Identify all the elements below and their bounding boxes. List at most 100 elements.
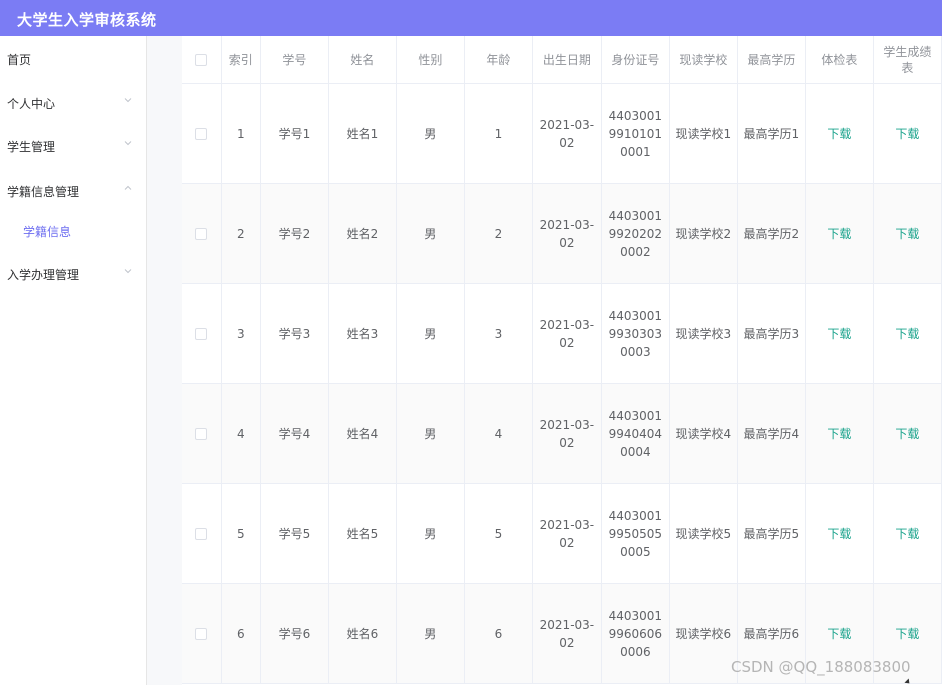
table-cell-school: 现读学校1 [669, 83, 738, 184]
table-cell-school: 现读学校4 [669, 383, 738, 484]
table-cell-age: 6 [464, 583, 533, 684]
sidebar-item-label: 入学办理管理 [7, 268, 80, 282]
checkbox-icon[interactable] [195, 428, 208, 440]
sidebar-item-label: 学籍信息管理 [7, 185, 80, 199]
sidebar-item-student-management[interactable]: 学生管理 [0, 127, 146, 163]
table-cell-name: 姓名2 [328, 183, 397, 284]
select-all-checkbox-cell[interactable] [182, 36, 222, 84]
row-checkbox-cell[interactable] [182, 183, 222, 284]
checkbox-icon[interactable] [195, 628, 208, 640]
table-cell-name: 姓名6 [328, 583, 397, 684]
chevron-up-icon [124, 184, 132, 192]
sidebar-item-label: 首页 [7, 53, 32, 67]
table-cell-index: 5 [221, 483, 261, 584]
table-cell-id-number: 440300199202020002 [601, 183, 670, 284]
sidebar-item-enrollment-info[interactable]: 学籍信息 [0, 212, 146, 248]
table-header-row: 索引 学号 姓名 性别 年龄 出生日期 身份证号 现读学校 最高学历 体检表 学… [182, 36, 942, 84]
download-exam-link[interactable]: 下载 [805, 283, 874, 384]
checkbox-icon[interactable] [195, 128, 208, 140]
table-cell-birth: 2021-03-02 [532, 83, 602, 184]
row-checkbox-cell[interactable] [182, 283, 222, 384]
table-cell-name: 姓名5 [328, 483, 397, 584]
table-cell-id-number: 440300199606060006 [601, 583, 670, 684]
sidebar-item-label: 个人中心 [7, 97, 56, 111]
column-header: 索引 [221, 36, 261, 84]
table-cell-gender: 男 [396, 483, 465, 584]
table-cell-gender: 男 [396, 83, 465, 184]
table-cell-gender: 男 [396, 583, 465, 684]
table-cell-age: 3 [464, 283, 533, 384]
table-cell-age: 5 [464, 483, 533, 584]
row-checkbox-cell[interactable] [182, 383, 222, 484]
table-cell-school: 现读学校2 [669, 183, 738, 284]
row-checkbox-cell[interactable] [182, 83, 222, 184]
table-cell-age: 1 [464, 83, 533, 184]
column-header: 性别 [396, 36, 465, 84]
table-cell-school: 现读学校5 [669, 483, 738, 584]
table-cell-student-id: 学号2 [260, 183, 329, 284]
top-header-bar: 大学生入学审核系统 [0, 0, 942, 36]
table-cell-index: 1 [221, 83, 261, 184]
table-cell-gender: 男 [396, 183, 465, 284]
sidebar-item-label: 学生管理 [7, 140, 56, 154]
download-exam-link[interactable]: 下载 [805, 183, 874, 284]
row-checkbox-cell[interactable] [182, 583, 222, 684]
table-cell-name: 姓名3 [328, 283, 397, 384]
sidebar-menu: 首页 个人中心 学生管理 学籍信息管理 学籍信息 入学办理管理 [0, 36, 147, 685]
table-cell-index: 3 [221, 283, 261, 384]
table-cell-index: 6 [221, 583, 261, 684]
student-table: 索引 学号 姓名 性别 年龄 出生日期 身份证号 现读学校 最高学历 体检表 学… [182, 36, 942, 684]
table-cell-student-id: 学号3 [260, 283, 329, 384]
column-header: 学号 [260, 36, 329, 84]
watermark-text: CSDN @QQ_188083800 [731, 658, 911, 676]
student-table-container: 索引 学号 姓名 性别 年龄 出生日期 身份证号 现读学校 最高学历 体检表 学… [182, 36, 942, 685]
column-header: 年龄 [464, 36, 533, 84]
table-cell-id-number: 440300199404040004 [601, 383, 670, 484]
row-checkbox-cell[interactable] [182, 483, 222, 584]
table-cell-school: 现读学校3 [669, 283, 738, 384]
table-row: 5 学号5 姓名5 男 5 2021-03-02 440300199505050005 现读学… [182, 483, 942, 584]
download-grades-link[interactable]: 下载 [873, 383, 942, 484]
table-cell-gender: 男 [396, 283, 465, 384]
table-cell-index: 4 [221, 383, 261, 484]
content-gutter [147, 36, 182, 685]
table-cell-name: 姓名4 [328, 383, 397, 484]
column-header: 学生成绩表 [873, 36, 942, 84]
table-cell-birth: 2021-03-02 [532, 583, 602, 684]
column-header: 体检表 [805, 36, 874, 84]
table-cell-birth: 2021-03-02 [532, 183, 602, 284]
column-header: 出生日期 [532, 36, 602, 84]
table-cell-id-number: 440300199505050005 [601, 483, 670, 584]
checkbox-icon[interactable] [195, 228, 208, 240]
table-cell-education: 最高学历5 [737, 483, 806, 584]
table-row: 2 学号2 姓名2 男 2 2021-03-02 440300199202020002 现读学… [182, 183, 942, 284]
table-cell-id-number: 440300199303030003 [601, 283, 670, 384]
table-cell-name: 姓名1 [328, 83, 397, 184]
chevron-down-icon [124, 267, 132, 275]
table-cell-age: 4 [464, 383, 533, 484]
table-row: 3 学号3 姓名3 男 3 2021-03-02 440300199303030003 现读学… [182, 283, 942, 384]
table-cell-school: 现读学校6 [669, 583, 738, 684]
download-grades-link[interactable]: 下载 [873, 83, 942, 184]
download-grades-link[interactable]: 下载 [873, 283, 942, 384]
table-cell-birth: 2021-03-02 [532, 383, 602, 484]
table-cell-birth: 2021-03-02 [532, 283, 602, 384]
download-grades-link[interactable]: 下载 [873, 483, 942, 584]
download-exam-link[interactable]: 下载 [805, 83, 874, 184]
sidebar-item-personal-center[interactable]: 个人中心 [0, 84, 146, 120]
app-title: 大学生入学审核系统 [17, 11, 157, 29]
checkbox-icon[interactable] [195, 528, 208, 540]
table-cell-student-id: 学号4 [260, 383, 329, 484]
sidebar-item-enrollment-info-management[interactable]: 学籍信息管理 [0, 172, 146, 208]
download-exam-link[interactable]: 下载 [805, 483, 874, 584]
column-header: 身份证号 [601, 36, 670, 84]
checkbox-icon[interactable] [195, 328, 208, 340]
download-exam-link[interactable]: 下载 [805, 383, 874, 484]
sidebar-item-home[interactable]: 首页 [0, 40, 146, 76]
column-header: 现读学校 [669, 36, 738, 84]
download-grades-link[interactable]: 下载 [873, 183, 942, 284]
sidebar-item-admission-management[interactable]: 入学办理管理 [0, 255, 146, 291]
sidebar-item-label: 学籍信息 [23, 225, 72, 239]
checkbox-icon[interactable] [195, 54, 208, 66]
table-cell-id-number: 440300199101010001 [601, 83, 670, 184]
